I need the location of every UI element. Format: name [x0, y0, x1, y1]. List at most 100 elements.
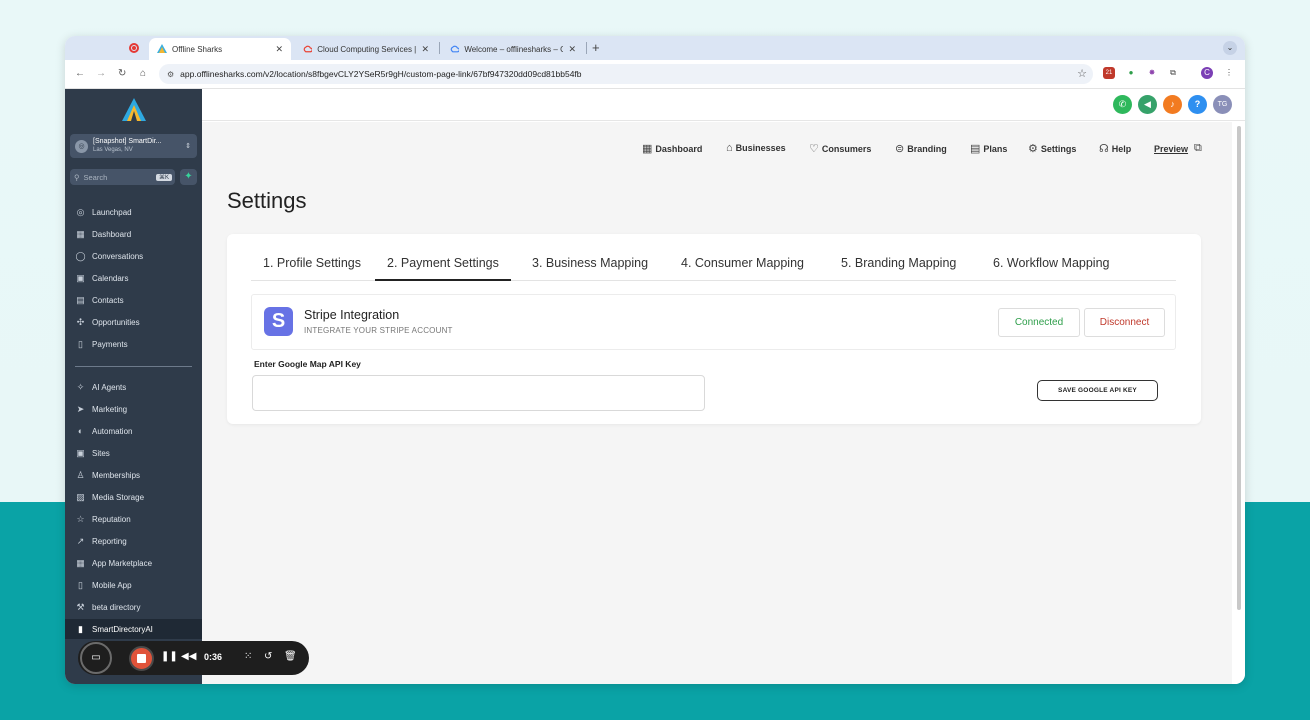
sidebar-item-dashboard[interactable]: ▦ Dashboard: [75, 229, 131, 240]
tab-separator: [439, 42, 440, 54]
grid-dots-icon[interactable]: ⁙: [244, 651, 252, 662]
home-icon[interactable]: ⌂: [140, 68, 146, 79]
chat-icon: ◯: [75, 251, 86, 261]
tab-workflow-mapping[interactable]: 6. Workflow Mapping: [981, 254, 1122, 281]
notification-bell-icon[interactable]: ♪: [1163, 95, 1182, 114]
payments-icon: ▯: [78, 339, 83, 349]
topnav-consumers[interactable]: ♡ Consumers: [809, 142, 871, 155]
browser-window: Offline Sharks ✕ Cloud Computing Service…: [65, 36, 1245, 684]
tab-consumer-mapping[interactable]: 4. Consumer Mapping: [669, 254, 816, 281]
sidebar-item-launchpad[interactable]: ◎ Launchpad: [75, 207, 132, 218]
browser-tab-welcome[interactable]: Welcome – offlinesharks – Go ✕: [442, 38, 584, 60]
restart-icon[interactable]: ↺: [264, 651, 272, 662]
sidebar-item-automation[interactable]: ◐ Automation: [75, 426, 133, 437]
sidebar-item-smartdirectoryai[interactable]: ▮ SmartDirectoryAI: [75, 624, 153, 635]
tab-branding-mapping[interactable]: 5. Branding Mapping: [829, 254, 968, 281]
user-avatar[interactable]: TG: [1213, 95, 1232, 114]
google-api-key-input[interactable]: [252, 375, 705, 411]
topnav-settings[interactable]: ⚙ Settings: [1028, 142, 1076, 155]
sidebar-item-calendars[interactable]: ▣ Calendars: [75, 273, 128, 284]
sidebar-item-mobile-app[interactable]: ▯ Mobile App: [75, 580, 132, 591]
sidebar-item-reporting[interactable]: ↗ Reporting: [75, 536, 127, 547]
stop-recording-button[interactable]: [129, 646, 154, 671]
search-placeholder: Search: [83, 172, 108, 182]
bookmark-star-icon[interactable]: ☆: [1077, 67, 1087, 80]
topnav-branding[interactable]: ⊜ Branding: [895, 142, 947, 155]
google-cloud-favicon-icon: [450, 45, 460, 53]
book-icon: ▮: [78, 624, 83, 634]
pause-icon[interactable]: ❚❚: [161, 651, 178, 662]
extension-leaf-icon[interactable]: ●: [1125, 67, 1137, 79]
send-icon: ➤: [76, 404, 85, 414]
sidebar-divider: [75, 366, 192, 367]
page-scrollbar[interactable]: [1237, 126, 1241, 610]
google-cloud-favicon-icon: [303, 45, 313, 53]
stripe-integration-row: S Stripe Integration INTEGRATE YOUR STRI…: [251, 294, 1176, 350]
browser-tab-offline-sharks[interactable]: Offline Sharks ✕: [149, 38, 291, 60]
businesses-icon: ⌂: [726, 142, 733, 154]
extension-gear-icon[interactable]: ✸: [1146, 67, 1158, 79]
phone-icon[interactable]: ✆: [1113, 95, 1132, 114]
recording-time: 0:36: [204, 652, 223, 662]
topnav-help[interactable]: ☊ Help: [1099, 142, 1131, 155]
connected-button[interactable]: Connected: [998, 308, 1080, 337]
browser-tab-cloud-computing[interactable]: Cloud Computing Services | G ✕: [295, 38, 437, 60]
disconnect-button[interactable]: Disconnect: [1084, 308, 1165, 337]
camera-icon[interactable]: ▭: [80, 642, 112, 674]
sidebar-item-label: Sites: [92, 449, 110, 458]
sidebar-item-reputation[interactable]: ☆ Reputation: [75, 514, 130, 525]
tab-profile-settings[interactable]: 1. Profile Settings: [251, 254, 373, 281]
help-button[interactable]: ?: [1188, 95, 1207, 114]
topnav-businesses[interactable]: ⌂ Businesses: [726, 142, 786, 154]
sidebar-item-sites[interactable]: ▣ Sites: [75, 448, 110, 459]
sidebar-item-ai-agents[interactable]: ✧ AI Agents: [75, 382, 127, 393]
gear-icon: ⚙: [1028, 143, 1038, 155]
heart-icon: ♡: [809, 143, 819, 155]
profile-avatar[interactable]: C: [1201, 67, 1213, 79]
save-google-api-key-button[interactable]: SAVE GOOGLE API KEY: [1037, 380, 1158, 401]
close-tab-icon[interactable]: ✕: [275, 44, 283, 55]
tab-search-chevron-icon[interactable]: ⌄: [1223, 41, 1237, 55]
calendar-icon: ▣: [76, 273, 85, 283]
close-tab-icon[interactable]: ✕: [568, 44, 576, 55]
megaphone-icon[interactable]: ◀: [1138, 95, 1157, 114]
sidebar-item-label: Opportunities: [92, 318, 140, 327]
close-tab-icon[interactable]: ✕: [421, 44, 429, 55]
new-tab-icon[interactable]: +: [592, 40, 600, 55]
tab-payment-settings[interactable]: 2. Payment Settings: [375, 254, 511, 281]
topnav-plans[interactable]: ▤ Plans: [970, 142, 1007, 155]
trash-icon[interactable]: 🗑: [284, 651, 297, 662]
dashboard-icon: ▦: [76, 229, 85, 239]
rewind-icon[interactable]: ◀◀: [181, 651, 196, 662]
sidebar-item-conversations[interactable]: ◯ Conversations: [75, 251, 143, 262]
sidebar-item-app-marketplace[interactable]: ▦ App Marketplace: [75, 558, 152, 569]
google-api-key-label: Enter Google Map API Key: [254, 359, 361, 369]
sidebar-item-marketing[interactable]: ➤ Marketing: [75, 404, 127, 415]
topnav-label: Branding: [907, 143, 947, 154]
sidebar-search[interactable]: ⚲ Search ⌘K: [70, 169, 175, 185]
sidebar-item-payments[interactable]: ▯ Payments: [75, 339, 128, 350]
grid-icon: ▦: [76, 558, 85, 568]
extensions-puzzle-icon[interactable]: ⧉: [1167, 67, 1179, 79]
address-bar[interactable]: ⚙ app.offlinesharks.com/v2/location/s8fb…: [159, 64, 1093, 84]
quick-add-button[interactable]: ✦: [180, 169, 197, 185]
forward-icon[interactable]: →: [96, 68, 106, 79]
recording-indicator-icon: [129, 43, 139, 53]
browser-tab-title: Welcome – offlinesharks – Go: [464, 44, 564, 54]
calendar-extension-icon[interactable]: 21: [1103, 67, 1115, 79]
sidebar-item-memberships[interactable]: ♙ Memberships: [75, 470, 140, 481]
app-header: ✆ ◀ ♪ ? TG: [202, 89, 1245, 121]
sidebar-item-contacts[interactable]: ▤ Contacts: [75, 295, 123, 306]
sidebar-item-beta-directory[interactable]: ⚒ beta directory: [75, 602, 140, 613]
browser-toolbar: ← → ↻ ⌂ ⚙ app.offlinesharks.com/v2/locat…: [65, 60, 1245, 89]
sidebar-item-opportunities[interactable]: ✣ Opportunities: [75, 317, 140, 328]
tab-business-mapping[interactable]: 3. Business Mapping: [520, 254, 660, 281]
topnav-preview[interactable]: Preview ⧉: [1154, 142, 1202, 155]
location-switcher[interactable]: ◎ [Snapshot] SmartDir... Las Vegas, NV ⇕: [70, 134, 197, 158]
back-icon[interactable]: ←: [75, 68, 85, 79]
browser-menu-icon[interactable]: ⋮: [1223, 67, 1235, 79]
reload-icon[interactable]: ↻: [118, 68, 126, 79]
topnav-dashboard[interactable]: ▦ Dashboard: [642, 142, 702, 155]
sidebar-item-media-storage[interactable]: ▨ Media Storage: [75, 492, 144, 503]
site-settings-icon[interactable]: ⚙: [167, 70, 174, 79]
